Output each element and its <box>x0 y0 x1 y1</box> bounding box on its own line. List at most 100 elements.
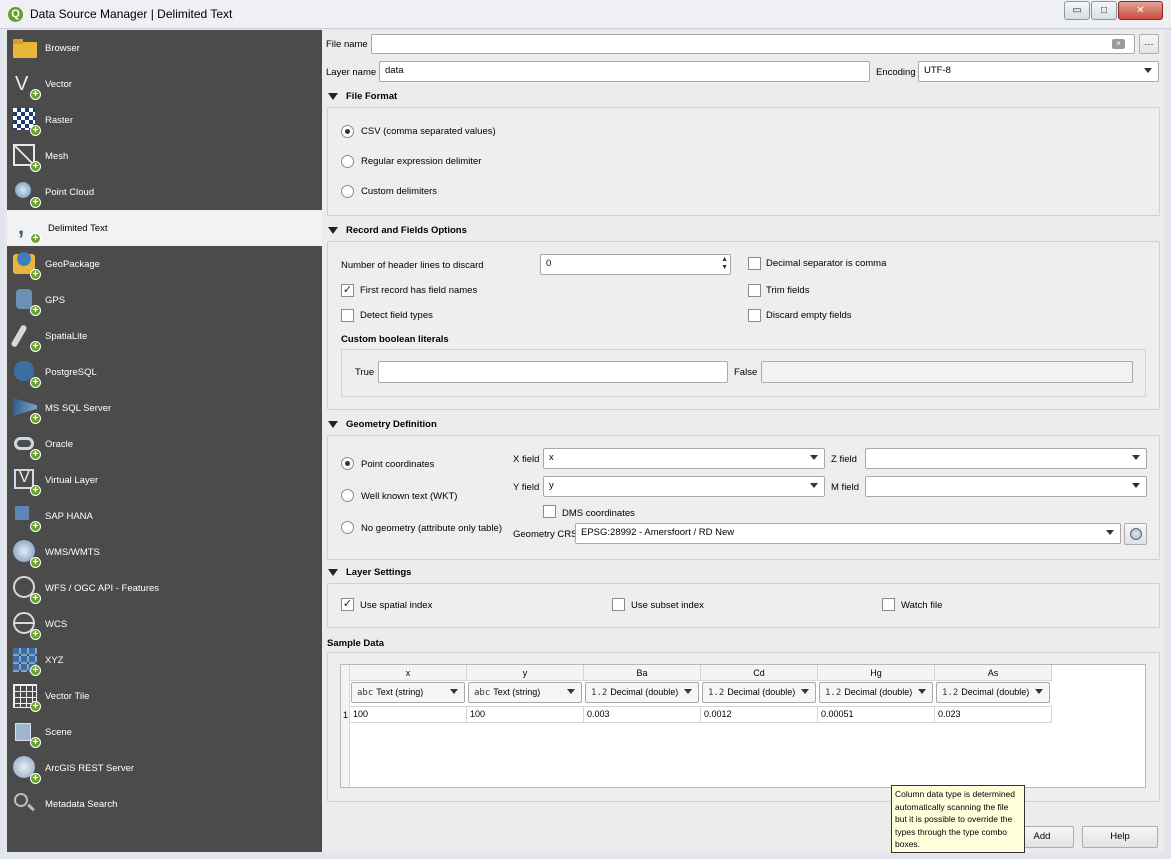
clear-icon[interactable]: × <box>1112 39 1125 49</box>
maximize-button[interactable]: □ <box>1091 1 1117 20</box>
oracle-icon: + <box>12 431 41 460</box>
source-sidebar: Browser V + Vector + Raster + Mesh + Point Cloud,… <box>7 30 322 852</box>
column-type-combo[interactable]: 1.2 Decimal (double) <box>585 682 699 703</box>
custom-delimiters-label: Custom delimiters <box>361 186 438 197</box>
discard-empty-label: Discard empty fields <box>766 310 852 321</box>
table-cell[interactable]: 100 <box>350 706 467 723</box>
crs-combo[interactable]: EPSG:28992 - Amersfoort / RD New <box>575 523 1121 544</box>
sidebar-item-gps[interactable]: + GPS <box>7 282 322 318</box>
column-header[interactable]: x <box>350 665 467 681</box>
spatial-index-checkbox[interactable]: ✓ <box>341 598 354 611</box>
sidebar-item-label: Virtual Layer <box>45 475 99 486</box>
watch-file-checkbox[interactable] <box>882 598 895 611</box>
file-format-header[interactable]: File Format <box>328 91 397 102</box>
spin-arrows-icon[interactable]: ▲ ▼ <box>721 256 728 272</box>
subset-index-checkbox[interactable] <box>612 598 625 611</box>
column-type-combo[interactable]: 1.2 Decimal (double) <box>819 682 933 703</box>
custom-delimiters-radio[interactable] <box>341 185 354 198</box>
sidebar-item-delimited-text[interactable]: , + Delimited Text <box>7 210 322 246</box>
no-geometry-radio[interactable] <box>341 521 354 534</box>
chevron-down-icon <box>450 689 458 694</box>
sidebar-item-arcgis-rest-server[interactable]: + ArcGIS REST Server <box>7 750 322 786</box>
sidebar-item-browser[interactable]: Browser <box>7 30 322 66</box>
column-type-combo[interactable]: abc Text (string) <box>468 682 582 703</box>
decimal-comma-checkbox[interactable] <box>748 257 761 270</box>
x-field-combo[interactable]: x <box>543 448 825 469</box>
discard-empty-checkbox[interactable] <box>748 309 761 322</box>
sidebar-item-oracle[interactable]: + Oracle <box>7 426 322 462</box>
point-coordinates-radio[interactable] <box>341 457 354 470</box>
sidebar-item-postgresql[interactable]: + PostgreSQL <box>7 354 322 390</box>
trim-fields-checkbox[interactable] <box>748 284 761 297</box>
watch-file-label: Watch file <box>901 600 943 611</box>
geometry-header[interactable]: Geometry Definition <box>328 419 437 430</box>
column-type-combo[interactable]: 1.2 Decimal (double) <box>702 682 816 703</box>
crs-selector-button[interactable] <box>1124 523 1147 545</box>
help-button[interactable]: Help <box>1082 826 1158 848</box>
column-header[interactable]: y <box>467 665 584 681</box>
wkt-radio[interactable] <box>341 489 354 502</box>
column-header[interactable]: Cd <box>701 665 818 681</box>
m-field-combo[interactable] <box>865 476 1147 497</box>
sidebar-item-virtual-layer[interactable]: V + Virtual Layer <box>7 462 322 498</box>
records-header[interactable]: Record and Fields Options <box>328 225 467 236</box>
layer-name-input[interactable]: data <box>379 61 870 82</box>
sidebar-item-wfs-ogc-api-features[interactable]: + WFS / OGC API - Features <box>7 570 322 606</box>
type-prefix: 1.2 <box>708 688 725 698</box>
layer-settings-header[interactable]: Layer Settings <box>328 567 411 578</box>
table-cell[interactable]: 0.00051 <box>818 706 935 723</box>
z-field-combo[interactable] <box>865 448 1147 469</box>
sidebar-item-label: Oracle <box>45 439 73 450</box>
sidebar-item-vector-tile[interactable]: + Vector Tile <box>7 678 322 714</box>
sidebar-item-label: Browser <box>45 43 80 54</box>
layer-settings-group: ✓ Use spatial index Use subset index Wat… <box>327 583 1160 628</box>
table-cell[interactable]: 100 <box>467 706 584 723</box>
sidebar-item-wcs[interactable]: + WCS <box>7 606 322 642</box>
x-field-value: x <box>549 452 554 463</box>
regex-radio[interactable] <box>341 155 354 168</box>
geopackage-icon: + <box>12 251 41 280</box>
column-type-combo[interactable]: abc Text (string) <box>351 682 465 703</box>
file-name-input[interactable] <box>371 34 1135 54</box>
delimited-text-icon: , + <box>12 215 41 244</box>
sidebar-item-label: Vector Tile <box>45 691 90 702</box>
sidebar-item-ms-sql-server[interactable]: + MS SQL Server <box>7 390 322 426</box>
true-input[interactable] <box>378 361 728 383</box>
dms-checkbox[interactable] <box>543 505 556 518</box>
column-type-combo[interactable]: 1.2 Decimal (double) <box>936 682 1050 703</box>
detect-types-checkbox[interactable] <box>341 309 354 322</box>
add-plus-icon: + <box>30 125 41 136</box>
sidebar-item-raster[interactable]: + Raster <box>7 102 322 138</box>
add-plus-icon: + <box>30 161 41 172</box>
encoding-combo[interactable]: UTF-8 <box>918 61 1159 82</box>
table-cell[interactable]: 0.003 <box>584 706 701 723</box>
header-lines-spinbox[interactable]: 0 ▲ ▼ <box>540 254 731 275</box>
column-header[interactable]: Hg <box>818 665 935 681</box>
browse-button[interactable]: … <box>1139 34 1159 54</box>
sidebar-item-spatialite[interactable]: + SpatiaLite <box>7 318 322 354</box>
first-record-checkbox[interactable]: ✓ <box>341 284 354 297</box>
csv-radio[interactable] <box>341 125 354 138</box>
decimal-comma-label: Decimal separator is comma <box>766 258 887 269</box>
arcgis-icon: + <box>12 755 41 784</box>
spatialite-icon: + <box>10 323 41 352</box>
column-header[interactable]: As <box>935 665 1052 681</box>
sidebar-item-scene[interactable]: + Scene <box>7 714 322 750</box>
table-cell[interactable]: 0.0012 <box>701 706 818 723</box>
sample-data-table[interactable]: 1 x abc Text (string) 100 y abc Text (string) 1… <box>340 664 1146 788</box>
sidebar-item-metadata-search[interactable]: Metadata Search <box>7 786 322 822</box>
sidebar-item-point-cloud[interactable]: + Point Cloud <box>7 174 322 210</box>
sidebar-item-geopackage[interactable]: + GeoPackage <box>7 246 322 282</box>
false-input[interactable] <box>761 361 1133 383</box>
minimize-button[interactable]: ▭ <box>1064 1 1090 20</box>
first-record-label: First record has field names <box>360 285 478 296</box>
sidebar-item-wms-wmts[interactable]: + WMS/WMTS <box>7 534 322 570</box>
column-header[interactable]: Ba <box>584 665 701 681</box>
sidebar-item-vector[interactable]: V + Vector <box>7 66 322 102</box>
sidebar-item-mesh[interactable]: + Mesh <box>7 138 322 174</box>
sidebar-item-sap-hana[interactable]: + SAP HANA <box>7 498 322 534</box>
table-cell[interactable]: 0.023 <box>935 706 1052 723</box>
close-button[interactable]: ✕ <box>1118 1 1163 20</box>
sidebar-item-xyz[interactable]: + XYZ <box>7 642 322 678</box>
y-field-combo[interactable]: y <box>543 476 825 497</box>
